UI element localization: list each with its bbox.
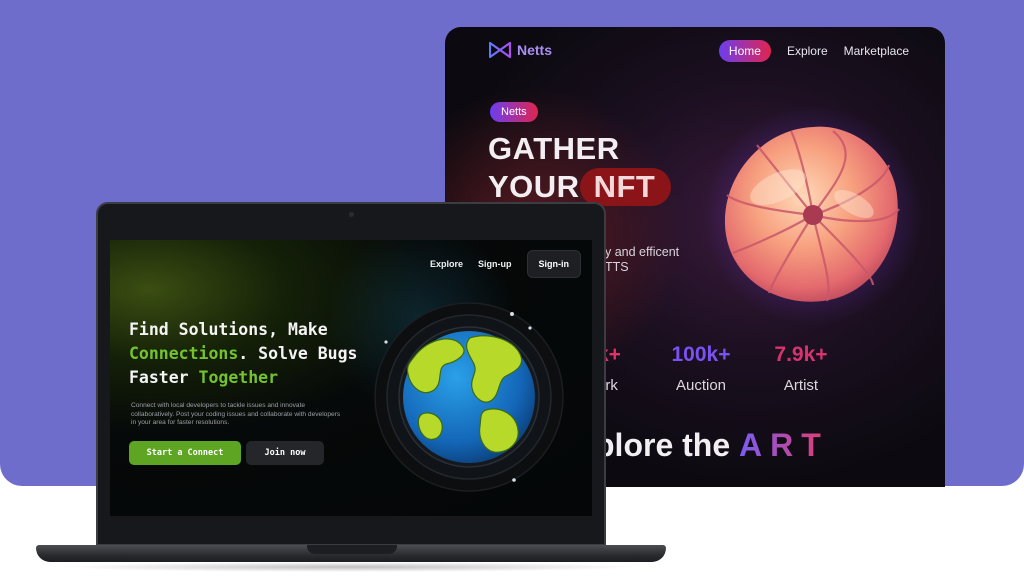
dev-site-screen: Explore Sign-up Sign-in Find Solutions, … (110, 240, 592, 516)
dev-headline-line2: Connections. Solve Bugs (129, 342, 358, 366)
nav-explore[interactable]: Explore (787, 44, 828, 58)
laptop-notch (307, 545, 397, 554)
laptop-shadow (60, 562, 640, 572)
headline-your: YOUR (488, 169, 580, 204)
nft-logo-text: Netts (517, 42, 553, 58)
dev-nav: Explore Sign-up Sign-in (430, 250, 581, 278)
headline-faster: Faster (129, 368, 199, 387)
dev-nav-signup[interactable]: Sign-up (478, 259, 512, 269)
earth-globe-illustration (374, 302, 564, 492)
headline-line2: YOUR NFT (488, 168, 672, 206)
dev-headline-line3: Faster Together (129, 366, 358, 390)
dev-nav-explore[interactable]: Explore (430, 259, 463, 269)
headline-together: Together (198, 368, 279, 387)
headline-line1: GATHER (488, 131, 620, 166)
stat-value: 7.9k+ (774, 343, 828, 366)
signin-button[interactable]: Sign-in (526, 250, 581, 278)
join-now-button[interactable]: Join now (246, 441, 324, 465)
dev-headline: Find Solutions, Make Connections. Solve … (129, 318, 358, 390)
explore-text: plore the (595, 427, 731, 463)
explore-heading: plore the ART (595, 427, 829, 464)
nft-desc-line2: TTS (605, 260, 629, 274)
stat-auction: 100k+ Auction (666, 343, 736, 394)
explore-art: ART (739, 427, 829, 463)
webcam (349, 212, 354, 217)
nav-marketplace[interactable]: Marketplace (844, 44, 909, 58)
bowtie-logo-icon (489, 42, 511, 58)
headline-nft-pill: NFT (579, 168, 672, 206)
dev-description: Connect with local developers to tackle … (131, 402, 341, 427)
spiral-shell-artwork (703, 105, 923, 325)
stat-value: 100k+ (671, 343, 731, 366)
nft-nav: Home Explore Marketplace (718, 40, 909, 62)
nft-desc-line1: y and efficent (605, 245, 680, 259)
nft-badge: Netts (490, 102, 538, 122)
dev-headline-line1: Find Solutions, Make (129, 320, 328, 339)
nft-logo[interactable]: Netts (489, 42, 552, 58)
nft-description: y and efficent TTS (605, 245, 679, 275)
stat-artist: 7.9k+ Artist (768, 343, 834, 394)
start-connect-button[interactable]: Start a Connect (129, 441, 241, 465)
headline-connections: Connections (129, 344, 239, 363)
stat-label: Artist (783, 377, 819, 394)
nav-home[interactable]: Home (718, 40, 771, 62)
nft-headline: GATHER YOUR NFT (488, 130, 672, 206)
headline-solve-bugs: . Solve Bugs (238, 344, 358, 363)
stat-label: Auction (675, 377, 727, 394)
